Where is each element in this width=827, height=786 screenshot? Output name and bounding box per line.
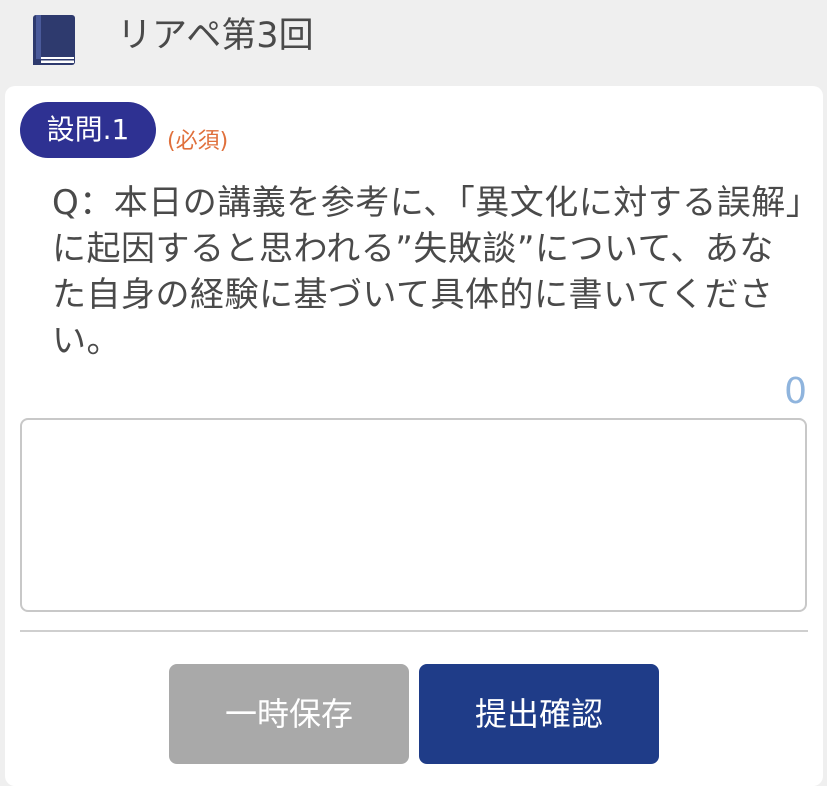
question-text: Q：本日の講義を参考に、「異文化に対する誤解」に起因すると思われる”失敗談”につ… [52, 183, 804, 361]
submit-confirm-button[interactable]: 提出確認 [419, 664, 659, 764]
character-count: 0 [784, 371, 807, 412]
save-draft-button[interactable]: 一時保存 [169, 664, 409, 764]
app-header: リアペ第3回 [0, 0, 827, 86]
app-title: リアペ第3回 [117, 16, 314, 56]
required-label: (必須) [167, 129, 229, 154]
divider [20, 630, 808, 632]
answer-textarea[interactable] [20, 418, 807, 612]
question-number-badge: 設問.1 [20, 102, 156, 158]
book-icon [33, 15, 75, 65]
